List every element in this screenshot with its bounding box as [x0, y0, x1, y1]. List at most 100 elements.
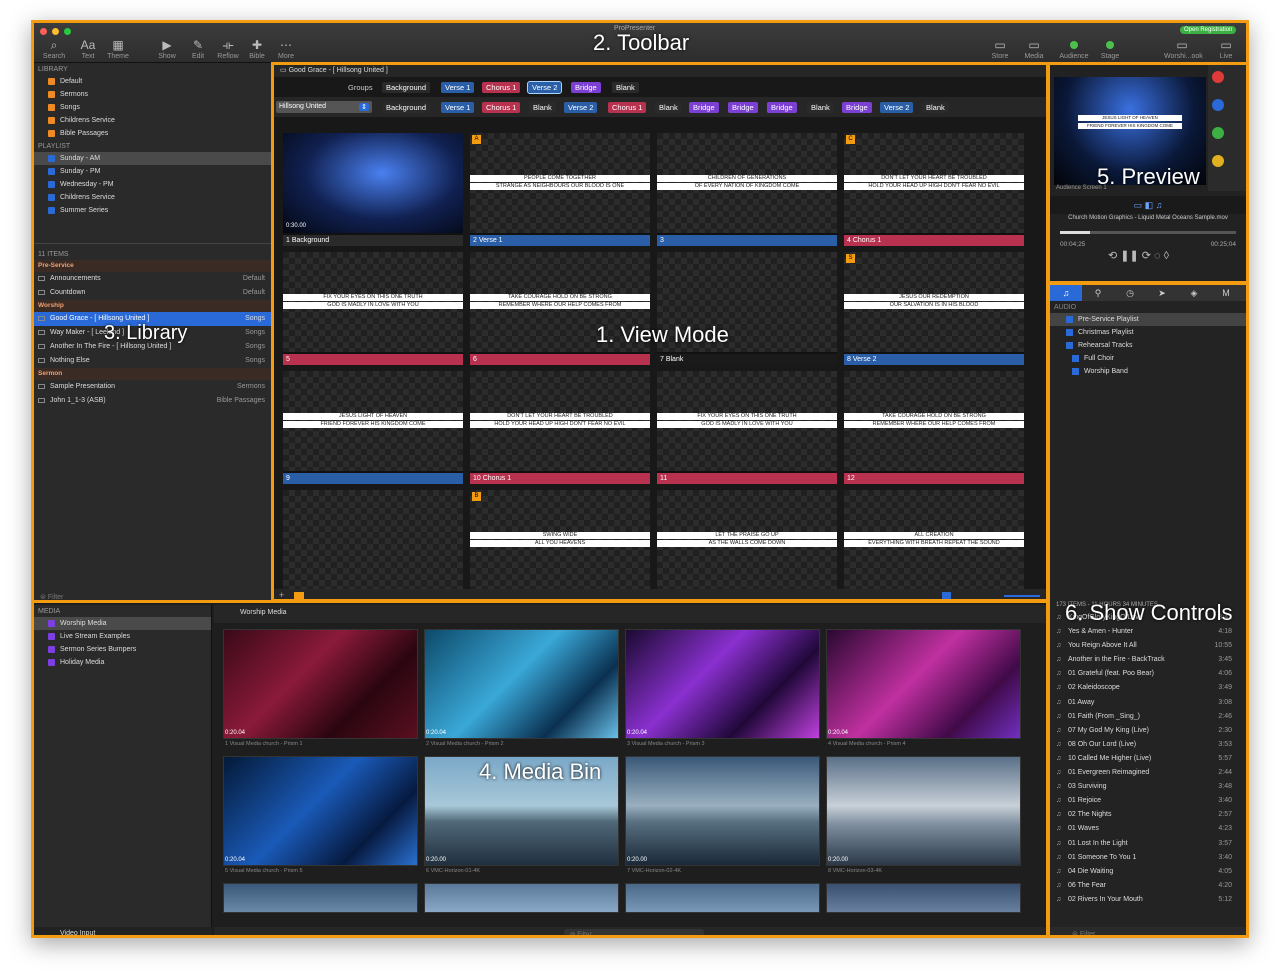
- group-button[interactable]: Background: [382, 82, 431, 93]
- library-item[interactable]: Default: [34, 75, 271, 88]
- slide-thumbnail[interactable]: FIX YOUR EYES ON THIS ONE TRUTH GOD IS MA…: [657, 371, 837, 484]
- zoom-slider[interactable]: [1004, 595, 1040, 597]
- slide-view-icon[interactable]: [942, 592, 951, 600]
- toolbar-right-button[interactable]: Stage: [1092, 37, 1128, 60]
- audio-track[interactable]: ♫ 10 Called Me Higher (Live) 5:57: [1050, 752, 1246, 766]
- audio-track[interactable]: ♫ Another in the Fire - BackTrack 3:45: [1050, 653, 1246, 667]
- media-playlist-item[interactable]: Live Stream Examples: [34, 630, 211, 643]
- add-icon[interactable]: +: [279, 590, 284, 600]
- toolbar-search-button[interactable]: ⌕ Search: [36, 37, 72, 60]
- playlist-item[interactable]: Sunday - PM: [34, 165, 271, 178]
- media-thumbnail[interactable]: 0:20.04 4 Visual Media church - Prism 4: [826, 629, 1021, 751]
- audio-track[interactable]: ♫ 01 Rejoice 3:40: [1050, 794, 1246, 808]
- media-thumbnail[interactable]: [826, 883, 1021, 913]
- playlist-item[interactable]: Sunday - AM: [34, 152, 271, 165]
- open-registration-badge[interactable]: Open Registration: [1180, 26, 1237, 34]
- controls-filter-input[interactable]: ⊜ Filter: [1050, 927, 1246, 935]
- tab-looks[interactable]: ◈: [1178, 285, 1210, 301]
- arrangement-item[interactable]: Bridge: [689, 102, 719, 113]
- audio-track[interactable]: ♫ 01 Evergreen Reimagined 2:44: [1050, 766, 1246, 780]
- group-button[interactable]: Blank: [612, 82, 639, 93]
- playlist-item[interactable]: Summer Series: [34, 204, 271, 217]
- playlist-entry[interactable]: John 1_1-3 (ASB) Bible Passages: [34, 394, 271, 408]
- clear-media-icon[interactable]: [1212, 99, 1224, 111]
- media-thumbnail[interactable]: 0:20.04 1 Visual Media church - Prism 1: [223, 629, 418, 751]
- group-button[interactable]: Chorus 1: [482, 82, 521, 93]
- slide-thumbnail[interactable]: SWING WIDE ALL YOU HEAVENS B: [470, 490, 650, 603]
- audio-track[interactable]: ♫ 07 My God My King (Live) 2:30: [1050, 724, 1246, 738]
- group-button[interactable]: Verse 2: [526, 81, 563, 94]
- tab-audio[interactable]: ♫: [1050, 285, 1082, 301]
- toolbar-right-button[interactable]: ▭ Live: [1208, 37, 1244, 60]
- slide-thumbnail[interactable]: [283, 490, 463, 603]
- clear-all-icon[interactable]: [1212, 71, 1224, 83]
- audio-track[interactable]: ♫ 01 Lost In the Light 3:57: [1050, 837, 1246, 851]
- zoom-window-button[interactable]: [64, 28, 71, 35]
- audio-track[interactable]: ♫ 02 Kaleidoscope 3:49: [1050, 681, 1246, 695]
- audio-playlist-item[interactable]: Full Choir: [1050, 352, 1246, 365]
- library-filter-input[interactable]: ⊜ Filter: [40, 593, 63, 601]
- media-thumbnail[interactable]: [625, 883, 820, 913]
- slide-thumbnail[interactable]: ALL CREATION EVERYTHING WITH BREATH REPEA…: [844, 490, 1024, 603]
- slide-thumbnail[interactable]: LET THE PRAISE GO UP AS THE WALLS COME DO…: [657, 490, 837, 603]
- toolbar-more-button[interactable]: ⋯ More: [268, 37, 304, 60]
- arrangement-item[interactable]: Verse 2: [880, 102, 914, 113]
- arrangement-item[interactable]: Chorus 1: [608, 102, 647, 113]
- library-item[interactable]: Childrens Service: [34, 114, 271, 127]
- arrangement-item[interactable]: Verse 2: [564, 102, 598, 113]
- arrangement-item[interactable]: Blank: [922, 102, 949, 113]
- arrangement-item[interactable]: Background: [382, 102, 431, 113]
- library-item[interactable]: Bible Passages: [34, 127, 271, 140]
- media-thumbnail[interactable]: 0:20.00 8 VMC-Horizon-03-4K: [826, 756, 1021, 878]
- media-thumbnail[interactable]: [424, 883, 619, 913]
- arrangement-item[interactable]: Blank: [655, 102, 682, 113]
- audio-track[interactable]: ♫ 02 Rivers In Your Mouth 5:12: [1050, 893, 1246, 907]
- audio-playlist-item[interactable]: Worship Band: [1050, 365, 1246, 378]
- playlist-item[interactable]: Wednesday - PM: [34, 178, 271, 191]
- playlist-entry[interactable]: Announcements Default: [34, 272, 271, 286]
- playlist-entry[interactable]: Countdown Default: [34, 286, 271, 300]
- transport-controls[interactable]: ⟲ ❚❚ ⟳ ◌ ◊: [1108, 249, 1169, 262]
- audio-track[interactable]: ♫ 08 Oh Our Lord (Live) 3:53: [1050, 738, 1246, 752]
- media-playlist-item[interactable]: Holiday Media: [34, 656, 211, 669]
- slide-thumbnail[interactable]: JESUS LIGHT OF HEAVEN FRIEND FOREVER HIS …: [283, 371, 463, 484]
- library-item[interactable]: Songs: [34, 101, 271, 114]
- audio-track[interactable]: ♫ 02 The Nights 2:57: [1050, 808, 1246, 822]
- audio-track[interactable]: ♫ 04 Die Waiting 4:05: [1050, 865, 1246, 879]
- audio-track[interactable]: ♫ 01 Away 3:08: [1050, 696, 1246, 710]
- slide-thumbnail[interactable]: TAKE COURAGE HOLD ON BE STRONG REMEMBER W…: [470, 252, 650, 365]
- slide-thumbnail[interactable]: 7 Blank: [657, 252, 837, 365]
- toolbar-right-button[interactable]: Audience: [1056, 37, 1092, 60]
- audio-track[interactable]: ♫ 01 Someone To You 1 3:40: [1050, 851, 1246, 865]
- tab-timers[interactable]: ◷: [1114, 285, 1146, 301]
- audio-track[interactable]: ♫ 03 Surviving 3:48: [1050, 780, 1246, 794]
- arrangement-item[interactable]: Bridge: [842, 102, 872, 113]
- audio-track[interactable]: ♫ 06 The Fear 4:20: [1050, 879, 1246, 893]
- slide-thumbnail[interactable]: DON'T LET YOUR HEART BE TROUBLED HOLD YOU…: [470, 371, 650, 484]
- arrangement-item[interactable]: Blank: [807, 102, 834, 113]
- audio-track[interactable]: ♫ 01 Waves 4:23: [1050, 822, 1246, 836]
- slide-thumbnail[interactable]: 0:30.00 1 Background: [283, 133, 463, 246]
- toolbar-right-button[interactable]: ▭ Worshi...ook: [1164, 37, 1203, 60]
- toolbar-right-button[interactable]: ▭ Store: [982, 37, 1018, 60]
- arrangement-item[interactable]: Verse 1: [441, 102, 475, 113]
- tab-props[interactable]: ⚲: [1082, 285, 1114, 301]
- arrangement-select[interactable]: Hillsong United ⇕: [276, 101, 372, 113]
- media-thumbnail[interactable]: 0:20.04 2 Visual Media church - Prism 2: [424, 629, 619, 751]
- media-thumbnail[interactable]: 0:20.04 5 Visual Media church - Prism 5: [223, 756, 418, 878]
- slide-thumbnail[interactable]: CHILDREN OF GENERATIONS OF EVERY NATION O…: [657, 133, 837, 246]
- slide-thumbnail[interactable]: DON'T LET YOUR HEART BE TROUBLED HOLD YOU…: [844, 133, 1024, 246]
- audio-playlist-item[interactable]: Christmas Playlist: [1050, 326, 1246, 339]
- arrangement-item[interactable]: Bridge: [767, 102, 797, 113]
- minimize-window-button[interactable]: [52, 28, 59, 35]
- library-item[interactable]: Sermons: [34, 88, 271, 101]
- slide-thumbnail[interactable]: PEOPLE COME TOGETHER STRANGE AS NEIGHBOUR…: [470, 133, 650, 246]
- media-filter-input[interactable]: ⊜ Filter: [564, 929, 704, 935]
- audio-track[interactable]: ♫ 01 Faith (From _Sing_) 2:46: [1050, 710, 1246, 724]
- close-window-button[interactable]: [40, 28, 47, 35]
- media-progress-bar[interactable]: [1060, 231, 1236, 234]
- audio-track[interactable]: ♫ Yes & Amen - Hunter 4:18: [1050, 625, 1246, 639]
- arrangement-item[interactable]: Chorus 1: [482, 102, 521, 113]
- toolbar-theme-button[interactable]: ▦ Theme: [100, 37, 136, 60]
- clear-timer-icon[interactable]: [1212, 155, 1224, 167]
